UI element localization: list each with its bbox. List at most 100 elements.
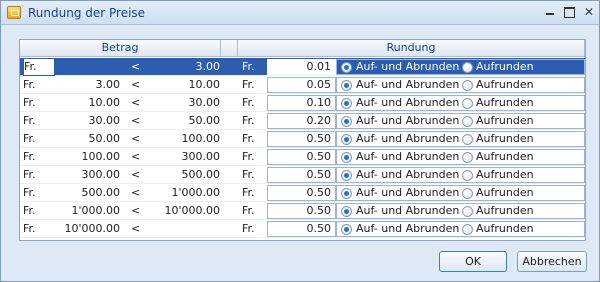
rounding-mode-group: Auf- und Abrunden Aufrunden [336,59,585,75]
radio-label-round-up: Aufrunden [476,186,534,199]
less-than-symbol: < [131,168,141,181]
rounding-step-input[interactable]: 0.50 [267,131,336,147]
radio-round-both[interactable] [341,98,352,109]
table-row[interactable]: Fr. 30.00 <50.00 Fr. 0.20 Auf- und Abrunden Au… [20,112,585,130]
rounding-step-input[interactable]: 0.50 [267,185,336,201]
radio-label-round-up: Aufrunden [476,204,534,217]
table-row[interactable]: Fr. 50.00 <100.00 Fr. 0.50 Auf- und Abrunden A… [20,130,585,148]
range-from-value: 1'000.00 [71,204,120,217]
radio-round-both[interactable] [341,170,352,181]
cancel-button[interactable]: Abbrechen [517,251,587,272]
dialog-window: Rundung der Preise ✕ Betrag Rundung Fr. <… [0,0,600,282]
table-row[interactable]: Fr. <3.00 Fr. 0.01 Auf- und Abrunden Aufrunde… [20,58,585,76]
radio-round-both[interactable] [341,206,352,217]
rounding-table: Betrag Rundung Fr. <3.00 Fr. 0.01 Auf- und A… [19,39,586,241]
maximize-icon[interactable] [561,5,577,19]
close-icon[interactable]: ✕ [581,5,597,19]
radio-label-round-both: Auf- und Abrunden [356,78,460,91]
radio-round-both[interactable] [341,116,352,127]
range-to-value: 1'000.00 [171,186,220,199]
radio-round-up[interactable] [462,80,473,91]
range-from-value: 300.00 [81,168,121,181]
radio-round-up[interactable] [462,152,473,163]
window-title: Rundung der Preise [28,6,146,20]
radio-round-both[interactable] [341,152,352,163]
table-row[interactable]: Fr. 100.00 <300.00 Fr. 0.50 Auf- und Abrunden… [20,148,585,166]
table-row[interactable]: Fr. 3.00 <10.00 Fr. 0.05 Auf- und Abrunden Auf… [20,76,585,94]
range-to-value: 50.00 [188,114,221,127]
less-than-symbol: < [131,186,141,199]
radio-round-up[interactable] [462,170,473,181]
radio-label-round-both: Auf- und Abrunden [356,222,460,235]
rounding-step-input[interactable]: 0.50 [267,203,336,219]
radio-label-round-both: Auf- und Abrunden [356,132,460,145]
less-than-symbol: < [131,222,141,235]
radio-round-both[interactable] [341,134,352,145]
radio-label-round-both: Auf- und Abrunden [356,114,460,127]
less-than-symbol: < [131,204,141,217]
less-than-symbol: < [131,150,141,163]
less-than-symbol: < [131,60,141,73]
range-to-value: 10.00 [188,78,221,91]
table-row[interactable]: Fr. 500.00 <1'000.00 Fr. 0.50 Auf- und Abrund… [20,184,585,202]
ok-button[interactable]: OK [439,251,507,272]
header-spacer [221,40,238,57]
range-to-value: 100.00 [181,132,221,145]
range-from-value: 30.00 [88,114,121,127]
header-betrag: Betrag [20,40,221,57]
table-row[interactable]: Fr. 10.00 <30.00 Fr. 0.10 Auf- und Abrunden Au… [20,94,585,112]
less-than-symbol: < [131,114,141,127]
currency-label-from[interactable]: Fr. [23,58,55,76]
radio-round-up[interactable] [462,188,473,199]
radio-label-round-up: Aufrunden [476,150,534,163]
radio-label-round-both: Auf- und Abrunden [356,186,460,199]
table-row[interactable]: Fr. 1'000.00 <10'000.00 Fr. 0.50 Auf- und Abr… [20,202,585,220]
radio-label-round-both: Auf- und Abrunden [356,168,460,181]
table-row[interactable]: Fr. 10'000.00 < Fr. 0.50 Auf- und Abrunden Auf… [20,220,585,238]
rounding-step-input[interactable]: 0.10 [267,95,336,111]
radio-round-up[interactable] [462,116,473,127]
range-from-value: 10.00 [88,96,121,109]
radio-label-round-both: Auf- und Abrunden [356,96,460,109]
title-bar[interactable]: Rundung der Preise ✕ [1,1,599,25]
radio-round-both[interactable] [341,62,352,73]
rounding-mode-group: Auf- und Abrunden Aufrunden [336,131,585,147]
range-from-value: 3.00 [95,78,121,91]
range-from-value: 500.00 [81,186,121,199]
radio-round-up[interactable] [462,134,473,145]
range-from-value: 10'000.00 [64,222,120,235]
range-to-value: 500.00 [181,168,221,181]
radio-round-both[interactable] [341,80,352,91]
header-rundung: Rundung [238,40,585,57]
radio-round-up[interactable] [462,62,473,73]
radio-round-both[interactable] [341,188,352,199]
radio-round-up[interactable] [462,206,473,217]
minimize-icon[interactable] [542,5,558,19]
range-from-value [60,58,120,76]
table-row[interactable]: Fr. 300.00 <500.00 Fr. 0.50 Auf- und Abrunden… [20,166,585,184]
radio-round-up[interactable] [462,98,473,109]
rounding-step-input[interactable]: 0.20 [267,113,336,129]
rounding-mode-group: Auf- und Abrunden Aufrunden [336,113,585,129]
rounding-step-input[interactable]: 0.50 [267,149,336,165]
rounding-step-input[interactable]: 0.50 [267,167,336,183]
radio-label-round-both: Auf- und Abrunden [356,150,460,163]
range-from-value: 50.00 [88,132,121,145]
rounding-step-input[interactable]: 0.05 [267,77,336,93]
rounding-mode-group: Auf- und Abrunden Aufrunden [336,167,585,183]
radio-label-round-up: Aufrunden [476,96,534,109]
rounding-mode-group: Auf- und Abrunden Aufrunden [336,185,585,201]
rounding-step-input[interactable]: 0.01 [267,59,336,75]
radio-label-round-up: Aufrunden [476,114,534,127]
radio-round-up[interactable] [462,224,473,235]
rounding-step-input[interactable]: 0.50 [267,221,336,237]
rounding-mode-group: Auf- und Abrunden Aufrunden [336,203,585,219]
radio-label-round-up: Aufrunden [476,78,534,91]
range-to-value [160,220,220,238]
rounding-mode-group: Auf- und Abrunden Aufrunden [336,221,585,237]
radio-round-both[interactable] [341,224,352,235]
range-to-value: 300.00 [181,150,221,163]
radio-label-round-both: Auf- und Abrunden [356,60,460,73]
rounding-mode-group: Auf- und Abrunden Aufrunden [336,149,585,165]
range-to-value: 10'000.00 [164,204,220,217]
